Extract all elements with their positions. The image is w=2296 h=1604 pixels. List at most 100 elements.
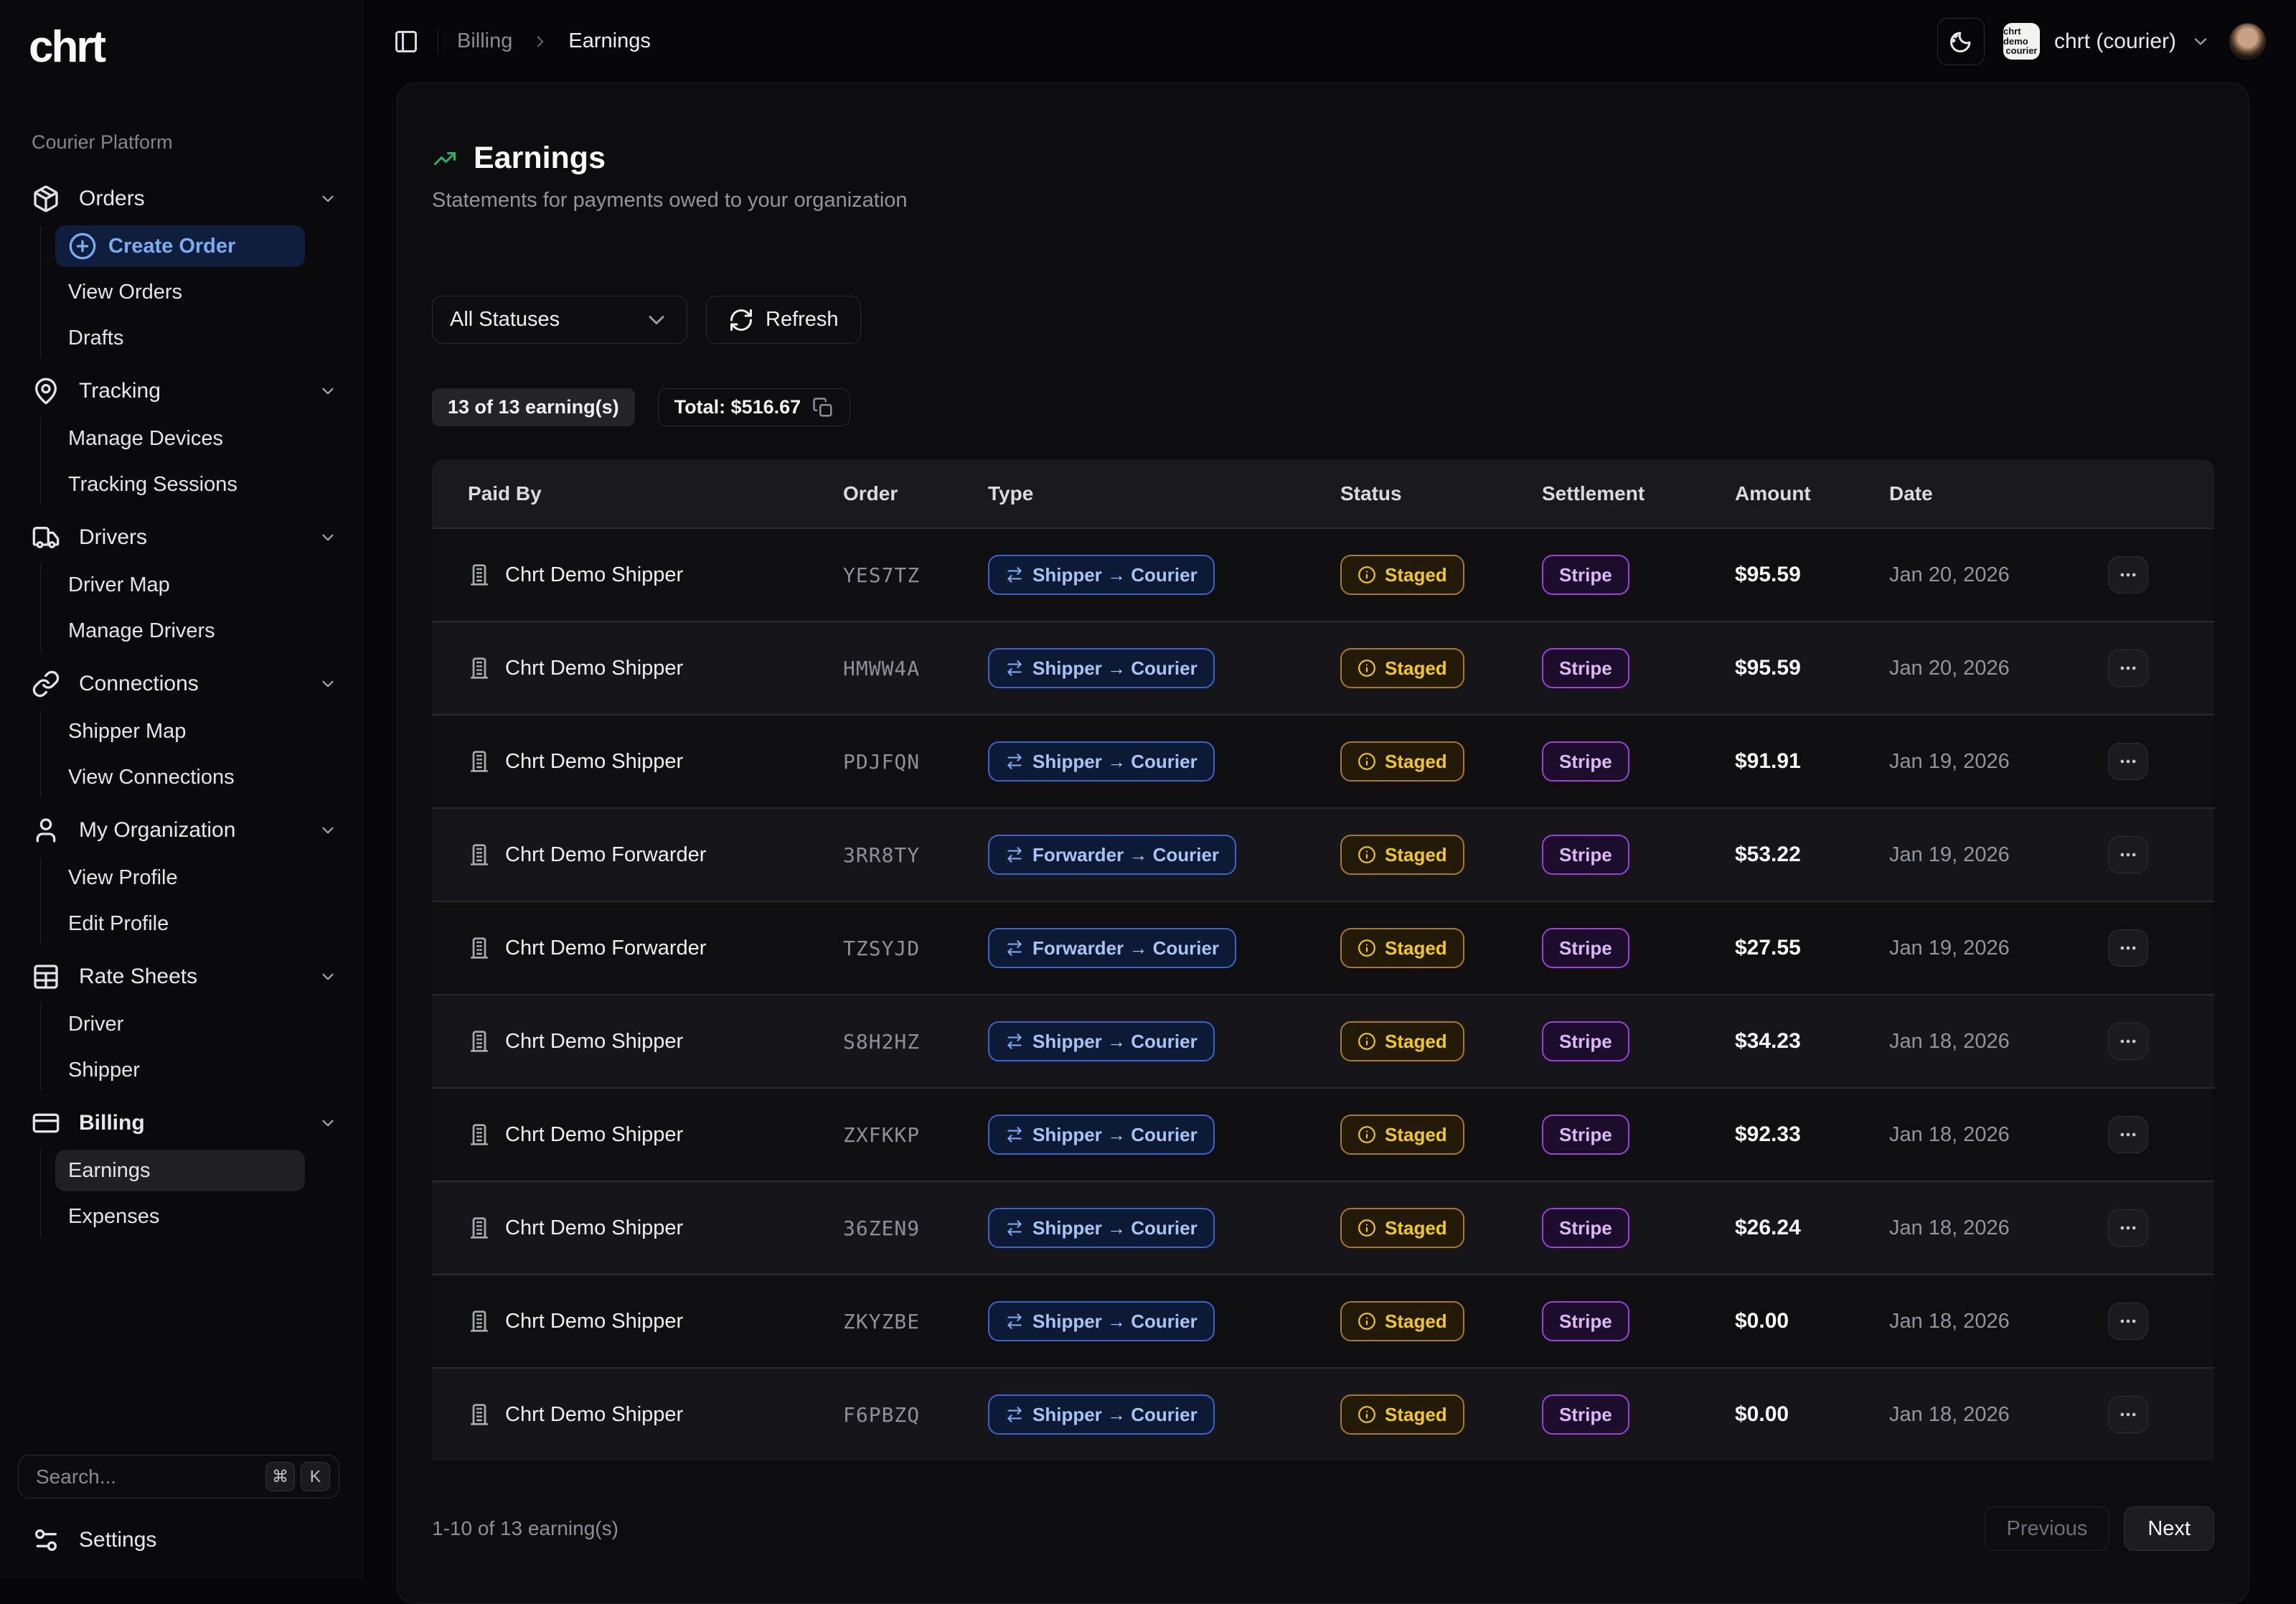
- ellipsis-icon: [2118, 938, 2138, 958]
- info-circle-icon: [1358, 752, 1376, 771]
- sidebar-subitems-drivers: Driver MapManage Drivers: [40, 564, 347, 652]
- column-header-date: Date: [1889, 482, 2108, 505]
- row-actions-button[interactable]: [2108, 649, 2148, 687]
- table-footer: 1-10 of 13 earning(s) Previous Next: [432, 1506, 2214, 1551]
- order-code: S8H2HZ: [843, 1030, 988, 1054]
- status-filter-select[interactable]: All Statuses: [432, 296, 687, 344]
- sidebar-item-view-orders[interactable]: View Orders: [55, 271, 305, 313]
- org-logo-badge: chrt demo courier: [2003, 23, 2040, 60]
- user-icon: [32, 816, 60, 845]
- sidebar-section-label: Rate Sheets: [79, 965, 197, 989]
- next-button[interactable]: Next: [2124, 1506, 2214, 1551]
- table-row: Chrt Demo ShipperZXFKKPShipper → Courier…: [432, 1087, 2214, 1181]
- sidebar-item-view-connections[interactable]: View Connections: [55, 756, 305, 798]
- sidebar-section-rate-sheets[interactable]: Rate Sheets: [32, 956, 347, 998]
- previous-button[interactable]: Previous: [1985, 1506, 2110, 1551]
- summary-row: 13 of 13 earning(s) Total: $516.67: [432, 388, 2214, 426]
- org-switcher[interactable]: chrt demo courier chrt (courier): [2003, 23, 2211, 60]
- sidebar-item-edit-profile[interactable]: Edit Profile: [55, 903, 305, 944]
- status-badge: Staged: [1340, 555, 1464, 595]
- arrows-right-left-icon: [1005, 845, 1024, 864]
- sidebar-subitems-billing: Earnings Expenses: [40, 1150, 347, 1237]
- sidebar-item-drafts[interactable]: Drafts: [55, 317, 305, 359]
- user-avatar[interactable]: [2229, 23, 2266, 60]
- sidebar-nav: Orders Create OrderView OrdersDrafts Track…: [32, 178, 347, 1237]
- settlement-label: Stripe: [1559, 657, 1612, 680]
- order-code: 36ZEN9: [843, 1216, 988, 1240]
- sidebar-subitems-tracking: Manage Devices Tracking Sessions: [40, 418, 347, 505]
- settlement-badge: Stripe: [1542, 835, 1629, 875]
- topbar-actions: chrt demo courier chrt (courier): [1937, 18, 2266, 65]
- circle-plus-icon: [68, 232, 97, 261]
- paid-by-name: Chrt Demo Shipper: [505, 1216, 683, 1240]
- sidebar-item-manage-drivers[interactable]: Manage Drivers: [55, 610, 305, 652]
- sidebar-item-label: Expenses: [68, 1205, 159, 1229]
- sidebar-item-shipper-map[interactable]: Shipper Map: [55, 710, 305, 752]
- arrows-right-left-icon: [1005, 1405, 1024, 1424]
- sidebar-section-orders[interactable]: Orders: [32, 178, 347, 220]
- row-actions-button[interactable]: [2108, 1303, 2148, 1340]
- org-badge-line1: chrt demo: [2003, 27, 2040, 46]
- chevron-down-icon: [319, 821, 337, 840]
- column-header-paid-by: Paid By: [432, 482, 843, 505]
- sidebar-item-shipper[interactable]: Shipper: [55, 1049, 305, 1091]
- breadcrumb: Billing Earnings: [393, 29, 651, 55]
- sidebar-item-tracking-sessions[interactable]: Tracking Sessions: [55, 464, 305, 505]
- sidebar-item-create-order[interactable]: Create Order: [55, 225, 305, 267]
- chevron-right-icon: [531, 32, 550, 51]
- sidebar-section-tracking[interactable]: Tracking: [32, 370, 347, 412]
- date-value: Jan 19, 2026: [1889, 750, 2108, 774]
- search-input[interactable]: Search... ⌘ K: [18, 1455, 339, 1499]
- status-badge: Staged: [1340, 1115, 1464, 1155]
- type-badge: Shipper → Courier: [988, 1301, 1215, 1341]
- building-icon: [468, 937, 491, 960]
- amount-value: $91.91: [1735, 749, 1889, 774]
- info-circle-icon: [1358, 939, 1376, 957]
- row-actions-button[interactable]: [2108, 1396, 2148, 1433]
- sidebar-section-label: My Organization: [79, 818, 235, 843]
- theme-toggle-button[interactable]: [1937, 18, 1985, 65]
- row-actions-button[interactable]: [2108, 929, 2148, 967]
- settings-label: Settings: [79, 1528, 156, 1552]
- settlement-badge: Stripe: [1542, 555, 1629, 595]
- info-circle-icon: [1358, 1032, 1376, 1051]
- sidebar-item-settings[interactable]: Settings: [32, 1526, 156, 1554]
- paid-by-cell: Chrt Demo Shipper: [432, 1030, 843, 1054]
- sidebar-toggle-button[interactable]: [393, 29, 419, 55]
- sidebar-item-driver-map[interactable]: Driver Map: [55, 564, 305, 606]
- status-badge: Staged: [1340, 1301, 1464, 1341]
- copy-icon[interactable]: [812, 397, 834, 418]
- sidebar-section-drivers[interactable]: Drivers: [32, 517, 347, 558]
- sidebar-item-expenses[interactable]: Expenses: [55, 1196, 305, 1237]
- sidebar-section-label: Orders: [79, 187, 145, 211]
- sidebar-subitems-orders: Create OrderView OrdersDrafts: [40, 225, 347, 359]
- chevron-down-icon: [644, 307, 669, 333]
- type-label: Forwarder → Courier: [1032, 937, 1219, 960]
- row-actions-button[interactable]: [2108, 1116, 2148, 1153]
- sidebar-item-earnings[interactable]: Earnings: [55, 1150, 305, 1191]
- order-code: 3RR8TY: [843, 843, 988, 867]
- sidebar-item-view-profile[interactable]: View Profile: [55, 857, 305, 899]
- sidebar-section-connections[interactable]: Connections: [32, 663, 347, 705]
- status-badge: Staged: [1340, 741, 1464, 782]
- amount-value: $0.00: [1735, 1309, 1889, 1333]
- row-actions-button[interactable]: [2108, 556, 2148, 594]
- breadcrumb-section[interactable]: Billing: [457, 29, 512, 53]
- sidebar-item-driver[interactable]: Driver: [55, 1003, 305, 1045]
- info-circle-icon: [1358, 1219, 1376, 1237]
- row-actions-button[interactable]: [2108, 1209, 2148, 1247]
- row-actions-button[interactable]: [2108, 743, 2148, 780]
- row-actions-button[interactable]: [2108, 1023, 2148, 1060]
- row-actions-button[interactable]: [2108, 836, 2148, 873]
- filters-row: All Statuses Refresh: [432, 296, 2214, 344]
- paid-by-name: Chrt Demo Forwarder: [505, 937, 706, 960]
- type-badge: Shipper → Courier: [988, 1394, 1215, 1435]
- status-badge: Staged: [1340, 1394, 1464, 1435]
- refresh-button[interactable]: Refresh: [706, 296, 861, 344]
- settlement-label: Stripe: [1559, 751, 1612, 773]
- sidebar-section-billing[interactable]: Billing: [32, 1102, 347, 1144]
- date-value: Jan 19, 2026: [1889, 937, 2108, 960]
- chevron-down-icon: [319, 675, 337, 693]
- sidebar-section-my-organization[interactable]: My Organization: [32, 810, 347, 851]
- sidebar-item-manage-devices[interactable]: Manage Devices: [55, 418, 305, 459]
